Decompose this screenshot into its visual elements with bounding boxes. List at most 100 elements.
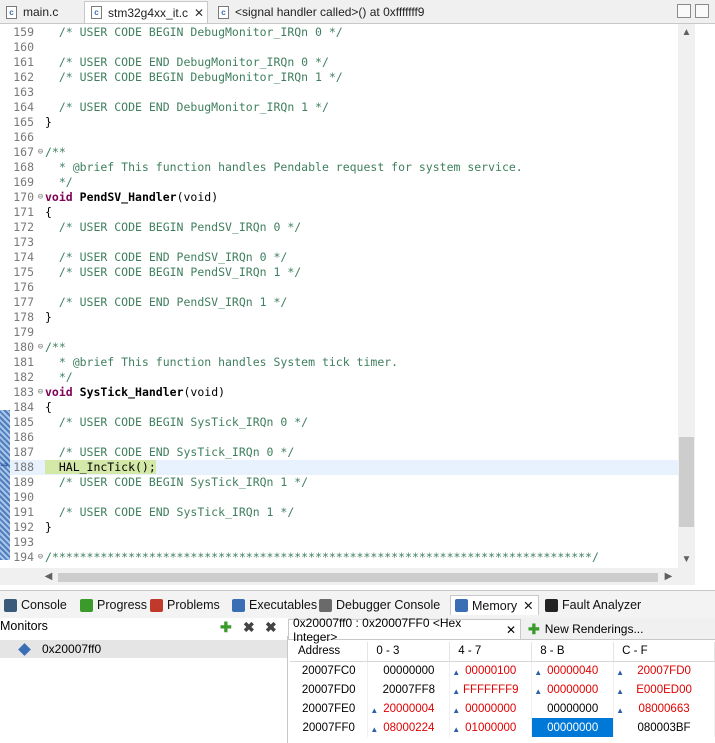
c-file-icon: c xyxy=(218,5,229,19)
memory-cell[interactable]: ▲ FFFFFFF9 xyxy=(449,680,533,699)
code-line[interactable]: 170 ⊖ void PendSV_Handler(void) xyxy=(0,190,678,205)
code-line[interactable]: 161 /* USER CODE END DebugMonitor_IRQn 0… xyxy=(0,55,678,70)
code-editor[interactable]: 159 /* USER CODE BEGIN DebugMonitor_IRQn… xyxy=(0,24,715,590)
code-line[interactable]: 179 xyxy=(0,325,678,340)
memory-cell[interactable]: ▲ 00000000 xyxy=(449,699,533,718)
memory-cell[interactable]: ▲ 01000000 xyxy=(449,718,533,737)
line-number: 171 xyxy=(13,205,34,219)
scroll-right-icon[interactable]: ▶ xyxy=(660,568,677,585)
code-line[interactable]: 188 HAL_IncTick(); xyxy=(0,460,678,475)
fold-toggle-icon[interactable]: ⊖ xyxy=(36,145,45,160)
column-header[interactable]: C - F xyxy=(613,642,715,662)
memory-cell[interactable]: ▲ 08000663 xyxy=(613,699,715,718)
memory-cell[interactable]: ▲ 00000000 xyxy=(531,680,615,699)
code-line[interactable]: 171 { xyxy=(0,205,678,220)
fold-toggle-icon[interactable]: ⊖ xyxy=(36,385,45,400)
code-line[interactable]: 185 /* USER CODE BEGIN SysTick_IRQn 0 */ xyxy=(0,415,678,430)
memory-cell[interactable]: ▲ E000ED00 xyxy=(613,680,715,699)
code-line[interactable]: 182 */ xyxy=(0,370,678,385)
code-line[interactable]: 166 xyxy=(0,130,678,145)
fold-toggle-icon[interactable]: ⊖ xyxy=(36,190,45,205)
panel-tab-problems[interactable]: Problems xyxy=(150,595,220,615)
memory-cell[interactable]: ▲ 20000004 xyxy=(367,699,451,718)
code-line[interactable]: 172 /* USER CODE BEGIN PendSV_IRQn 0 */ xyxy=(0,220,678,235)
memory-cell[interactable]: ▲ 00000100 xyxy=(449,661,533,680)
memory-cell[interactable]: ▲ 00000040 xyxy=(531,661,615,680)
code-line[interactable]: 192} xyxy=(0,520,678,535)
tab-main-c[interactable]: c main.c xyxy=(0,1,82,23)
minimize-icon[interactable] xyxy=(677,4,691,18)
code-line[interactable]: 193 xyxy=(0,535,678,550)
code-line[interactable]: 183 ⊖ void SysTick_Handler(void) xyxy=(0,385,678,400)
close-icon[interactable]: ✕ xyxy=(194,6,204,20)
line-number: 183 xyxy=(13,385,34,399)
scroll-left-icon[interactable]: ◀ xyxy=(40,568,57,585)
code-line[interactable]: 168 * @brief This function handles Penda… xyxy=(0,160,678,175)
code-line[interactable]: 191 /* USER CODE END SysTick_IRQn 1 */ xyxy=(0,505,678,520)
code-line[interactable]: 190 xyxy=(0,490,678,505)
memory-cell[interactable]: ▲ 08000224 xyxy=(367,718,451,737)
panel-tab-fault-analyzer[interactable]: Fault Analyzer xyxy=(545,595,641,615)
changed-value-icon: ▲ xyxy=(534,668,543,677)
code-line[interactable]: 159 /* USER CODE BEGIN DebugMonitor_IRQn… xyxy=(0,25,678,40)
code-line[interactable]: 184 { xyxy=(0,400,678,415)
close-icon[interactable]: ✕ xyxy=(506,623,516,637)
memory-cell[interactable]: ▲ 20007FD0 xyxy=(613,661,715,680)
add-monitor-icon[interactable]: ✚ xyxy=(220,620,232,634)
remove-all-monitors-icon[interactable]: ✖ xyxy=(265,620,277,634)
tab-hex-integer-rendering[interactable]: 0x20007ff0 : 0x20007FF0 <Hex Integer> ✕ xyxy=(288,616,521,644)
code-line[interactable]: 167 ⊖/** xyxy=(0,145,678,160)
code-text: { xyxy=(45,205,52,219)
tab-signal-handler[interactable]: c <signal handler called>() at 0xfffffff… xyxy=(212,1,452,23)
code-line[interactable]: 194 ⊖/***********************************… xyxy=(0,550,678,565)
memory-value: 20007FF8 xyxy=(382,683,436,696)
code-line[interactable]: 169 */ xyxy=(0,175,678,190)
new-renderings-tab[interactable]: ✚ New Renderings... xyxy=(524,619,648,639)
code-line[interactable]: 187 /* USER CODE END SysTick_IRQn 0 */ xyxy=(0,445,678,460)
memory-cell[interactable]: 00000000 xyxy=(367,661,451,680)
code-line[interactable]: 181 * @brief This function handles Syste… xyxy=(0,355,678,370)
code-line[interactable]: 186 xyxy=(0,430,678,445)
code-line[interactable]: 175 /* USER CODE BEGIN PendSV_IRQn 1 */ xyxy=(0,265,678,280)
code-line[interactable]: 177 /* USER CODE END PendSV_IRQn 1 */ xyxy=(0,295,678,310)
panel-tab-memory[interactable]: Memory ✕ xyxy=(450,595,539,615)
new-renderings-label: New Renderings... xyxy=(544,622,644,636)
close-icon[interactable]: ✕ xyxy=(523,598,533,613)
memory-cell[interactable]: 080003BF xyxy=(613,718,715,737)
column-header[interactable]: Address xyxy=(290,642,369,662)
column-header[interactable]: 4 - 7 xyxy=(449,642,533,662)
code-line[interactable]: 173 xyxy=(0,235,678,250)
code-line[interactable]: 176 xyxy=(0,280,678,295)
scroll-down-icon[interactable]: ▼ xyxy=(678,551,695,568)
fold-toggle-icon[interactable]: ⊖ xyxy=(36,340,45,355)
code-line[interactable]: 163 xyxy=(0,85,678,100)
code-line[interactable]: 160 xyxy=(0,40,678,55)
remove-monitor-icon[interactable]: ✖ xyxy=(243,620,255,634)
memory-cell[interactable]: 00000000 xyxy=(531,718,615,737)
rendering-tab-label: 0x20007ff0 : 0x20007FF0 <Hex Integer> xyxy=(293,615,462,644)
maximize-icon[interactable] xyxy=(695,4,709,18)
code-line[interactable]: 180 ⊖/** xyxy=(0,340,678,355)
panel-tab-progress[interactable]: Progress xyxy=(80,595,147,615)
vertical-scroll-thumb[interactable] xyxy=(679,437,694,527)
horizontal-scroll-thumb[interactable] xyxy=(58,573,658,582)
code-line[interactable]: 165} xyxy=(0,115,678,130)
memory-value: 00000000 xyxy=(547,721,599,734)
monitor-item[interactable]: 0x20007ff0 xyxy=(0,640,287,658)
code-line[interactable]: 189 /* USER CODE BEGIN SysTick_IRQn 1 */ xyxy=(0,475,678,490)
panel-tab-console[interactable]: Console xyxy=(4,595,67,615)
code-line[interactable]: 174 /* USER CODE END PendSV_IRQn 0 */ xyxy=(0,250,678,265)
tab-stm32g4xx-it-c[interactable]: c stm32g4xx_it.c ✕ xyxy=(84,1,208,23)
code-line[interactable]: 164 /* USER CODE END DebugMonitor_IRQn 1… xyxy=(0,100,678,115)
panel-tab-executables[interactable]: Executables xyxy=(232,595,317,615)
memory-cell[interactable]: 00000000 xyxy=(531,699,615,718)
fold-toggle-icon[interactable]: ⊖ xyxy=(36,550,45,565)
column-header[interactable]: 8 - B xyxy=(531,642,615,662)
table-row: 20007FC0 00000000 ▲ 00000100 ▲ 00000040 ▲ 20007… xyxy=(290,661,715,680)
column-header[interactable]: 0 - 3 xyxy=(367,642,451,662)
code-line[interactable]: 162 /* USER CODE BEGIN DebugMonitor_IRQn… xyxy=(0,70,678,85)
panel-tab-debugger-console[interactable]: Debugger Console xyxy=(319,595,440,615)
memory-cell[interactable]: 20007FF8 xyxy=(367,680,451,699)
code-line[interactable]: 178} xyxy=(0,310,678,325)
scroll-up-icon[interactable]: ▲ xyxy=(678,24,695,41)
